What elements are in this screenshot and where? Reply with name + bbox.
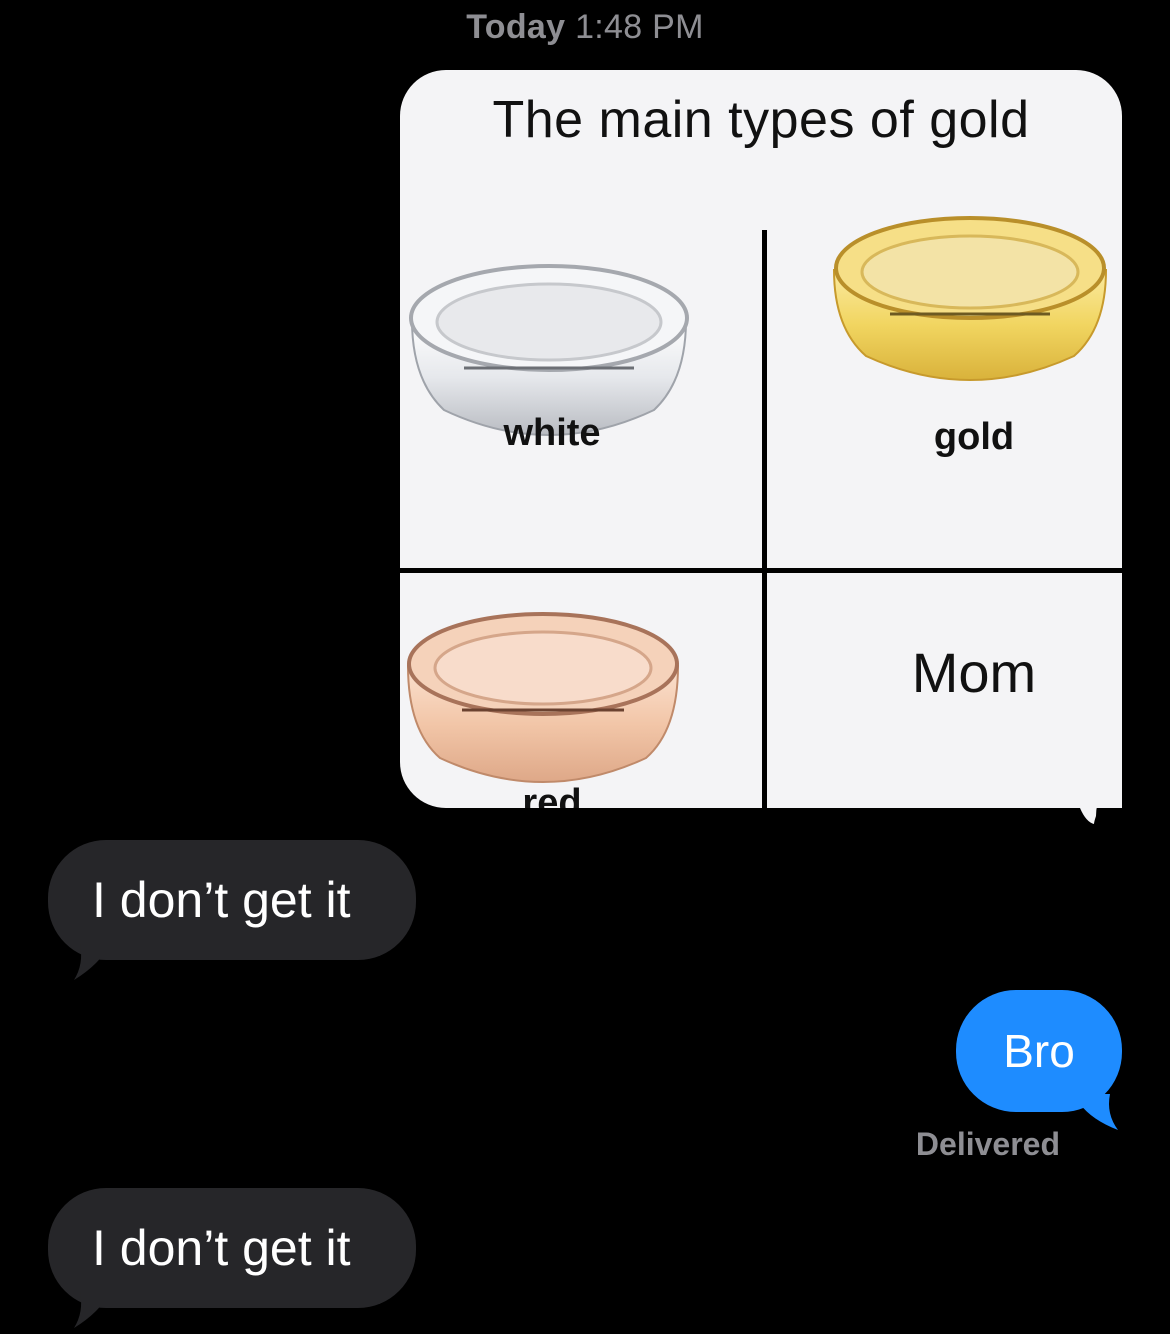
image-message[interactable]: The main types of gold white gold red Mo…: [400, 70, 1122, 808]
message-timestamp: Today 1:48 PM: [0, 8, 1170, 47]
incoming-bubble-tail: [74, 1292, 110, 1328]
outgoing-bubble-tail: [1080, 1094, 1118, 1130]
incoming-bubble-tail: [74, 944, 110, 980]
incoming-message-bubble[interactable]: I don’t get it: [48, 840, 416, 960]
grid-divider-horizontal: [400, 568, 1122, 573]
cell-label-red: red: [522, 782, 582, 808]
message-text: I don’t get it: [92, 1220, 351, 1276]
red-ring-image: [406, 612, 680, 783]
delivery-status: Delivered: [915, 1126, 1060, 1162]
gold-ring-image: [832, 216, 1108, 381]
timestamp-time: 1:48 PM: [575, 8, 704, 46]
cell-label-mom: Mom: [911, 641, 1037, 704]
incoming-message-bubble[interactable]: I don’t get it: [48, 1188, 416, 1308]
grid-divider-vertical: [762, 230, 767, 808]
timestamp-day: Today: [466, 8, 566, 46]
meme-title: The main types of gold: [492, 91, 1030, 149]
cell-label-gold: gold: [933, 416, 1015, 458]
image-bubble-tail: [1080, 790, 1102, 824]
message-text: Bro: [1003, 1025, 1075, 1077]
cell-label-white: white: [503, 412, 601, 454]
message-text: I don’t get it: [92, 872, 351, 928]
